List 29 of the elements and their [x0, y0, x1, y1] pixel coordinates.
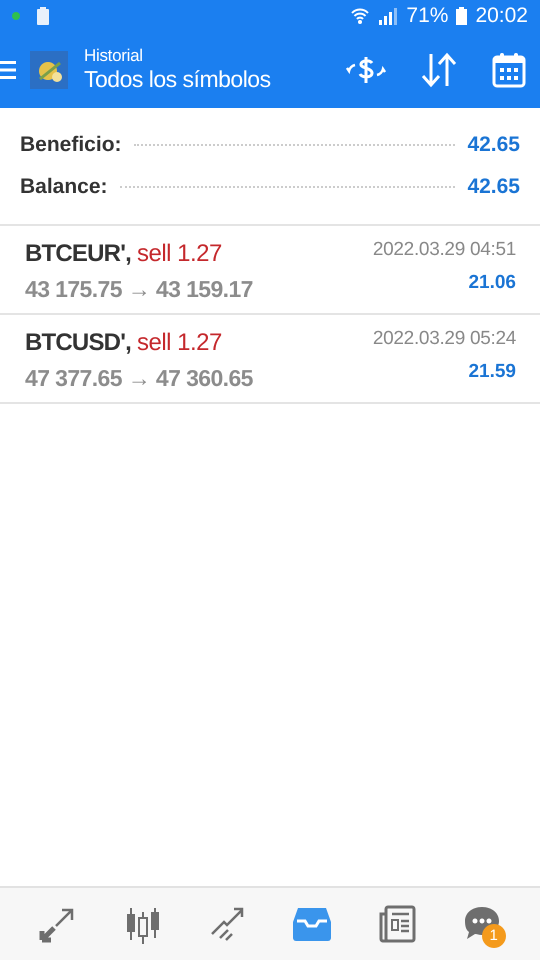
trade-time: 2022.03.29 05:24 — [372, 327, 516, 351]
menu-icon[interactable] — [0, 59, 16, 81]
trade-side: sell 1.27 — [136, 239, 222, 269]
screen-subtitle: Historial — [84, 46, 144, 66]
trade-symbol: BTCEUR', — [25, 239, 131, 269]
battery-icon — [456, 7, 468, 25]
trade-side: sell 1.27 — [136, 328, 222, 358]
battery-percent: 71% — [406, 3, 448, 30]
clock: 20:02 — [475, 3, 528, 30]
summary-value: 42.65 — [467, 132, 520, 158]
screen-title: Todos los símbolos — [84, 66, 271, 94]
app-logo-icon — [30, 51, 68, 89]
notification-badge: 1 — [482, 924, 506, 948]
newspaper-icon — [376, 904, 417, 944]
signal-icon — [378, 7, 398, 25]
trade-time: 2022.03.29 04:51 — [372, 238, 516, 262]
nav-tab[interactable]: 1 — [452, 894, 512, 954]
trade-profit: 21.06 — [468, 270, 516, 294]
sort-icon[interactable] — [420, 52, 458, 88]
wifi-icon — [350, 6, 370, 26]
notification-dot-icon — [12, 12, 20, 20]
trade-symbol: BTCUSD', — [25, 328, 131, 358]
summary-label: Beneficio: — [20, 132, 122, 158]
summary-label: Balance: — [20, 174, 108, 200]
trade-profit: 21.59 — [468, 360, 516, 384]
trade-prices: 47 377.65 → 47 360.65 — [25, 364, 253, 393]
calendar-icon[interactable] — [492, 52, 526, 88]
summary-value: 42.65 — [467, 174, 520, 200]
trade-prices: 43 175.75 → 43 159.17 — [25, 275, 253, 304]
